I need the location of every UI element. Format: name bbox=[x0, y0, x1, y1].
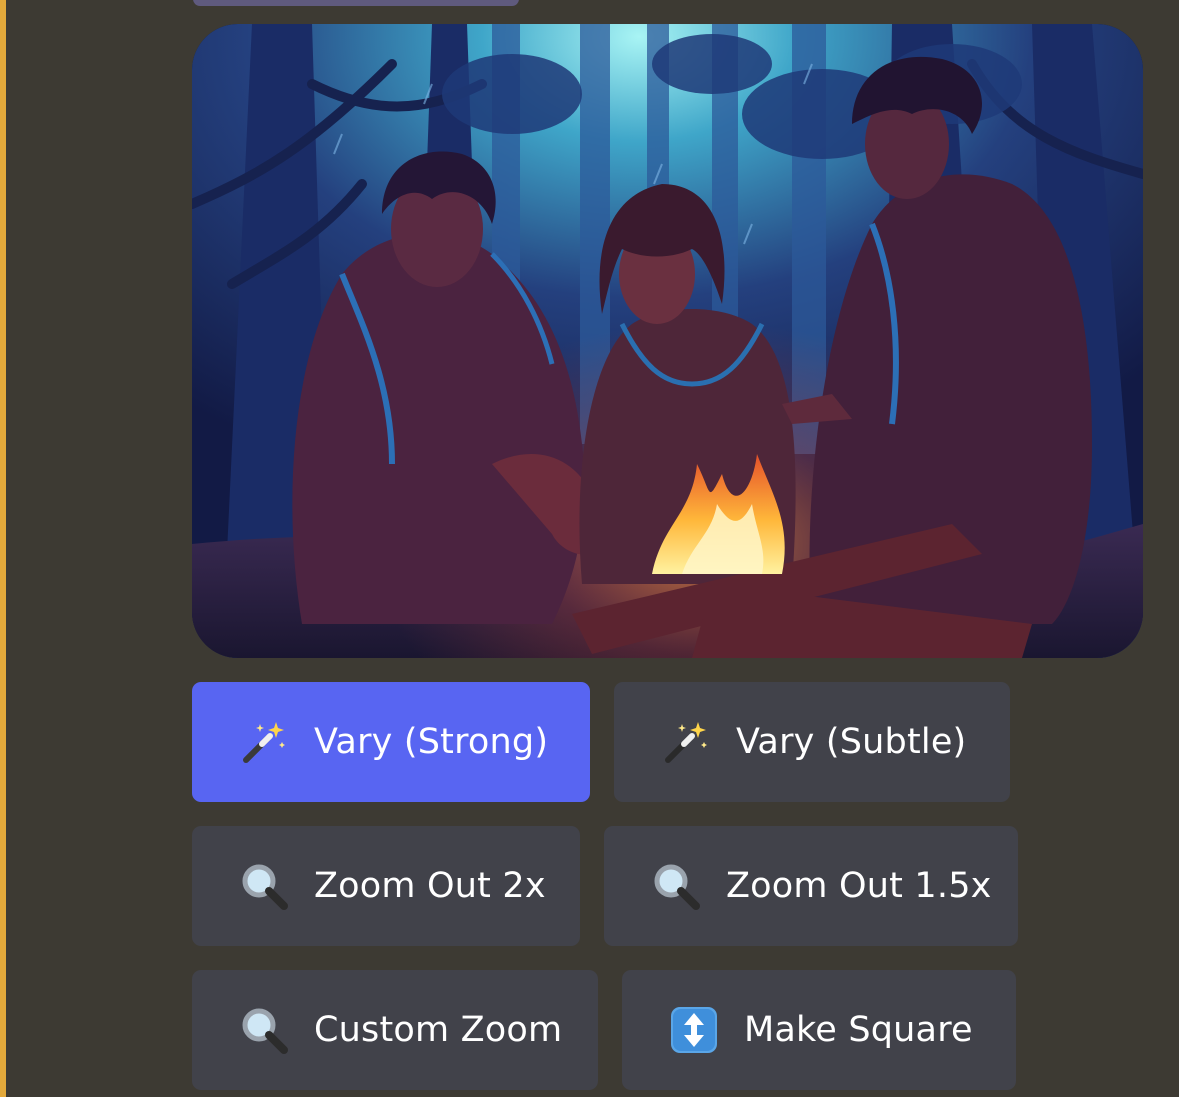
make-square-label: Make Square bbox=[744, 1010, 973, 1050]
campfire-illustration bbox=[192, 24, 1143, 658]
custom-zoom-button[interactable]: Custom Zoom bbox=[192, 970, 598, 1090]
make-square-button[interactable]: Make Square bbox=[622, 970, 1016, 1090]
magic-wand-icon bbox=[238, 716, 290, 768]
magnifier-icon bbox=[238, 1004, 290, 1056]
previous-message-chip[interactable] bbox=[193, 0, 519, 6]
up-down-arrow-icon bbox=[668, 1004, 720, 1056]
zoom-out-2x-label: Zoom Out 2x bbox=[314, 866, 546, 906]
vary-strong-button[interactable]: Vary (Strong) bbox=[192, 682, 590, 802]
magic-wand-icon bbox=[660, 716, 712, 768]
message-attachment-area: Vary (Strong) Vary (Subtle) Zoom Out 2x bbox=[0, 0, 1179, 1097]
vary-subtle-button[interactable]: Vary (Subtle) bbox=[614, 682, 1010, 802]
generated-image[interactable] bbox=[192, 24, 1143, 658]
zoom-out-1-5x-button[interactable]: Zoom Out 1.5x bbox=[604, 826, 1018, 946]
custom-zoom-label: Custom Zoom bbox=[314, 1010, 563, 1050]
zoom-out-1-5x-label: Zoom Out 1.5x bbox=[726, 866, 992, 906]
vary-subtle-label: Vary (Subtle) bbox=[736, 722, 967, 762]
vary-strong-label: Vary (Strong) bbox=[314, 722, 549, 762]
message-highlight-bar bbox=[0, 0, 6, 1097]
magnifier-icon bbox=[238, 860, 290, 912]
zoom-out-2x-button[interactable]: Zoom Out 2x bbox=[192, 826, 580, 946]
magnifier-icon bbox=[650, 860, 702, 912]
